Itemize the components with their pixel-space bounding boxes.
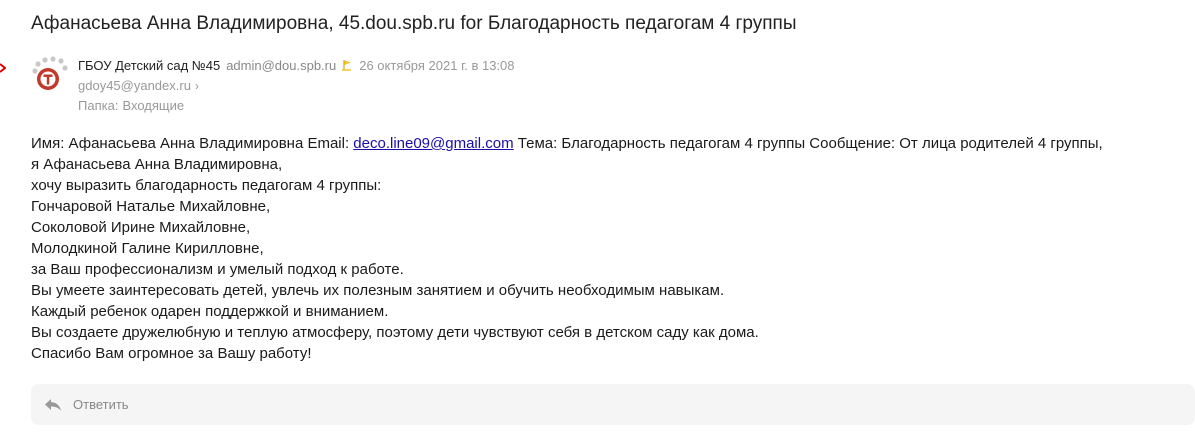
folder-label: Папка: — [78, 98, 119, 113]
folder-value[interactable]: Входящие — [122, 98, 184, 113]
folder-info: Папка: Входящие — [78, 96, 515, 116]
sender-avatar[interactable] — [31, 56, 69, 94]
reply-arrow-icon — [45, 398, 61, 411]
body-line: я Афанасьева Анна Владимировна, — [31, 156, 283, 173]
email-link[interactable]: deco.line09@gmail.com — [353, 135, 513, 152]
body-line: хочу выразить благодарность педагогам 4 … — [31, 177, 382, 194]
sender-email[interactable]: admin@dou.spb.ru — [226, 58, 336, 73]
chevron-right-icon[interactable]: › — [195, 79, 199, 93]
body-line: Вы умеете заинтересовать детей, увлечь и… — [31, 282, 725, 299]
body-first-suffix: Тема: Благодарность педагогам 4 группы С… — [513, 135, 1103, 152]
message-date: 26 октября 2021 г. в 13:08 — [359, 58, 515, 73]
message-body: Имя: Афанасьева Анна Владимировна Email:… — [31, 133, 1103, 364]
message-subject: Афанасьева Анна Владимировна, 45.dou.spb… — [31, 13, 797, 34]
body-line: Гончаровой Наталье Михайловне, — [31, 198, 271, 215]
body-line: Соколовой Ирине Михайловне, — [31, 219, 251, 236]
recipient-email[interactable]: gdoy45@yandex.ru — [78, 78, 191, 93]
reply-label: Ответить — [73, 397, 129, 412]
sender-name[interactable]: ГБОУ Детский сад №45 — [78, 58, 220, 73]
body-first-prefix: Имя: Афанасьева Анна Владимировна Email: — [31, 135, 354, 152]
body-line: за Ваш профессионализм и умелый подход к… — [31, 261, 404, 278]
warning-flag-icon — [342, 60, 352, 71]
body-line: Вы создаете дружелюбную и теплую атмосфе… — [31, 324, 759, 341]
reply-button[interactable]: Ответить — [31, 384, 1195, 425]
body-line: Имя: Афанасьева Анна Владимировна Email:… — [31, 133, 1103, 154]
body-line: Спасибо Вам огромное за Вашу работу! — [31, 345, 312, 362]
collapse-marker-icon[interactable] — [0, 63, 6, 73]
body-line: Каждый ребенок одарен поддержкой и внима… — [31, 303, 389, 320]
sender-info: ГБОУ Детский сад №45 admin@dou.spb.ru 26 о… — [78, 56, 515, 116]
body-line: Молодкиной Галине Кирилловне, — [31, 240, 264, 257]
